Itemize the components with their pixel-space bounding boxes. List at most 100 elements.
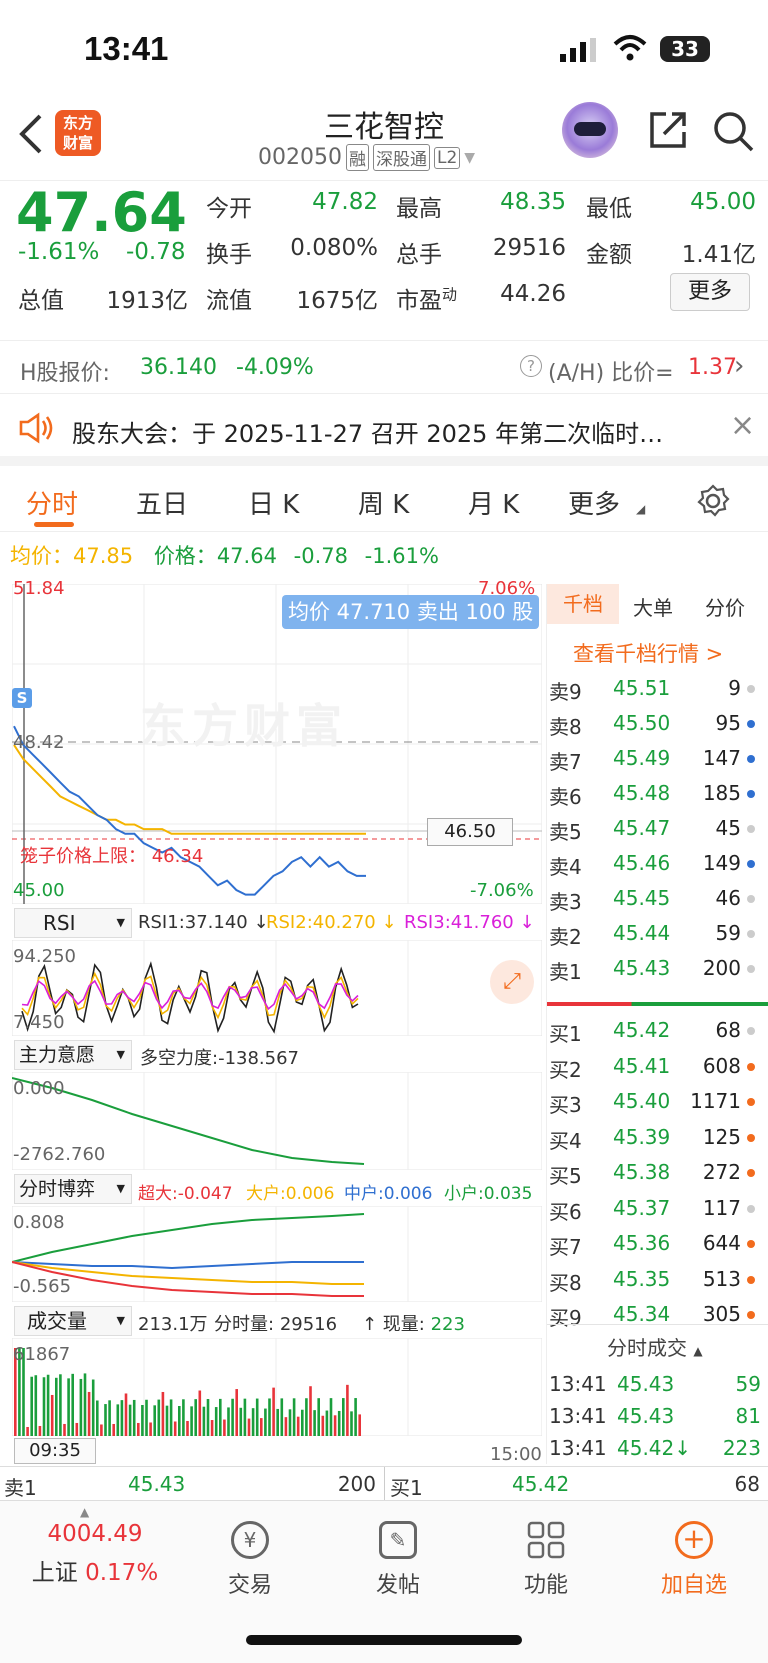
ask-price: 45.46 [613, 851, 671, 875]
nav-trade[interactable]: ¥ 交易 [200, 1521, 300, 1599]
volume-bar [26, 1426, 29, 1436]
index-info: 上证 0.17% [20, 1553, 170, 1587]
volume-bar [50, 1394, 54, 1436]
bid-row[interactable]: 买3 45.40 1171 [547, 1085, 768, 1119]
robot-avatar-icon[interactable] [562, 102, 618, 158]
dropdown-icon: ▼ [116, 1182, 125, 1195]
volume-bar [108, 1400, 111, 1436]
rsi-selector[interactable]: RSI ▼ [14, 908, 132, 938]
h-share-label: H股报价: [20, 361, 110, 386]
ask-row[interactable]: 卖1 45.43 200 [547, 952, 768, 986]
volume-selector[interactable]: 成交量 ▼ [14, 1306, 132, 1336]
bid-row[interactable]: 买5 45.38 272 [547, 1156, 768, 1190]
ask-row[interactable]: 卖5 45.47 45 [547, 812, 768, 846]
index-widget[interactable]: 4004.49 上证 0.17% [20, 1521, 170, 1587]
ask-row[interactable]: 卖8 45.50 95 [547, 707, 768, 741]
ask-row[interactable]: 卖4 45.46 149 [547, 847, 768, 881]
help-icon[interactable]: ? [520, 355, 542, 377]
trades-title[interactable]: 分时成交 ▲ [607, 1332, 703, 1361]
close-icon[interactable]: × [730, 408, 755, 443]
bid-price: 45.40 [613, 1089, 671, 1113]
tab-intraday[interactable]: 分时 [26, 484, 78, 521]
bid-row[interactable]: 买2 45.41 608 [547, 1050, 768, 1084]
trade-time: 13:41 [549, 1436, 607, 1460]
bid-row[interactable]: 买4 45.39 125 [547, 1121, 768, 1155]
volume-bar [301, 1409, 304, 1436]
total-value-label: 总值 [18, 288, 64, 314]
h-share-row[interactable]: H股报价: 36.140 -4.09% ? (A/H) 比价= 1.37 › [0, 340, 768, 394]
search-icon[interactable] [712, 110, 756, 154]
view-orderbook-link[interactable]: 查看千档行情 > [573, 638, 723, 668]
ask-row[interactable]: 卖2 45.44 59 [547, 917, 768, 951]
ask-price: 45.47 [613, 816, 671, 840]
volume-bar [63, 1423, 66, 1436]
ask-dot [747, 825, 755, 833]
tab-weekly-k[interactable]: 周 K [358, 484, 409, 521]
gear-icon[interactable] [696, 484, 730, 518]
bid-dot [747, 1275, 755, 1284]
ask-volume: 45 [715, 816, 741, 840]
volume-bar [239, 1407, 243, 1436]
tab-five-day[interactable]: 五日 [136, 484, 188, 521]
nav-post[interactable]: ✎ 发帖 [348, 1521, 448, 1599]
share-icon[interactable] [648, 110, 688, 150]
volume-bar [202, 1406, 206, 1436]
notice-text: 股东大会：于 2025-11-27 召开 2025 年第二次临时… [72, 420, 664, 448]
ah-ratio-label: (A/H) 比价= [548, 361, 674, 386]
boyi-selector[interactable]: 分时博弈 ▼ [14, 1174, 132, 1204]
volume-bar [55, 1377, 58, 1436]
ask-level-label: 卖4 [549, 855, 582, 879]
ask-level-label: 卖2 [549, 925, 582, 949]
boyi-big: 大户:0.006 [246, 1179, 334, 1204]
bid-row[interactable]: 买8 45.35 513 [547, 1263, 768, 1297]
tab-dadan[interactable]: 大单 [633, 592, 673, 621]
s-badge[interactable]: S [12, 688, 32, 708]
volume-bar [157, 1399, 161, 1436]
ask-dot [747, 720, 755, 728]
tab-qiandang[interactable]: 千档 [547, 584, 619, 624]
ask-row[interactable]: 卖7 45.49 147 [547, 742, 768, 776]
notice-bar[interactable]: 股东大会：于 2025-11-27 召开 2025 年第二次临时… × [0, 394, 768, 466]
volume-bar [325, 1410, 329, 1436]
volume-bar [198, 1390, 202, 1436]
ask-volume: 59 [715, 921, 741, 945]
bid-level-label: 买3 [549, 1093, 582, 1117]
more-button[interactable]: 更多 [670, 273, 750, 311]
nav-add-watchlist[interactable]: + 加自选 [644, 1521, 744, 1599]
bid-level-label: 买1 [549, 1022, 582, 1046]
volume-bar [124, 1393, 128, 1436]
trade-row: 13:41 45.43 81 [547, 1400, 768, 1434]
volume-bar [178, 1406, 181, 1436]
boyi-mid: 中户:0.006 [344, 1179, 432, 1204]
zhuli-selector[interactable]: 主力意愿 ▼ [14, 1040, 132, 1070]
volume-bar [264, 1408, 267, 1436]
strip-buy-price: 45.42 [512, 1472, 570, 1496]
bid-row[interactable]: 买1 45.42 68 [547, 1014, 768, 1048]
volume-bar [272, 1387, 275, 1436]
volume-bar [223, 1419, 226, 1436]
tab-fenjia[interactable]: 分价 [705, 592, 745, 621]
volume-bar [173, 1421, 177, 1436]
ask-price: 45.50 [613, 711, 671, 735]
ask-row[interactable]: 卖6 45.48 185 [547, 777, 768, 811]
current-price: 47.64 [216, 544, 277, 568]
ask-volume: 95 [715, 711, 741, 735]
ask-row[interactable]: 卖3 45.45 46 [547, 882, 768, 916]
strip-sell-price: 45.43 [128, 1472, 186, 1496]
tab-daily-k[interactable]: 日 K [248, 484, 299, 521]
price-label: 价格： [153, 544, 217, 568]
bid-row[interactable]: 买9 45.34 305 [547, 1298, 768, 1332]
boyi-big-value: 0.006 [285, 1184, 335, 1204]
tab-more[interactable]: 更多 [568, 484, 620, 521]
boyi-top: 0.808 [13, 1212, 65, 1233]
volume-bar [120, 1400, 124, 1436]
volume-period-label: 分时量: [214, 1314, 275, 1335]
bid-row[interactable]: 买7 45.36 644 [547, 1227, 768, 1261]
stock-code-row[interactable]: 002050 融 深股通 L2 ▼ [258, 144, 475, 171]
nav-function[interactable]: 功能 [496, 1521, 596, 1599]
volume-bar [104, 1404, 107, 1436]
expand-icon[interactable]: ⤢ [490, 960, 534, 1004]
ask-row[interactable]: 卖9 45.51 9 [547, 672, 768, 706]
tab-monthly-k[interactable]: 月 K [468, 484, 519, 521]
bid-row[interactable]: 买6 45.37 117 [547, 1192, 768, 1226]
